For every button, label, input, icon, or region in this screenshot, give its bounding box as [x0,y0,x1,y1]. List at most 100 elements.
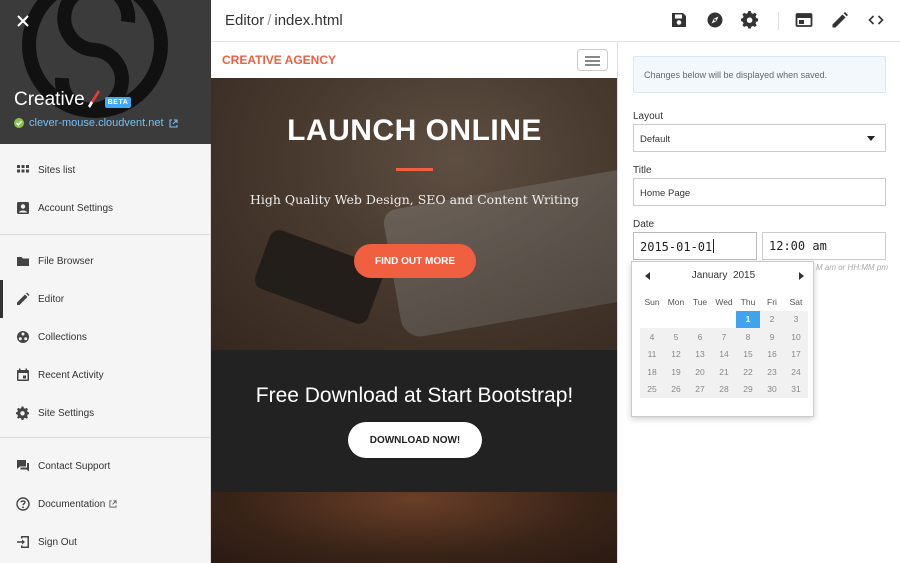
day-cell[interactable]: 7 [712,328,736,346]
sidebar-item-collections[interactable]: Collections [0,318,210,356]
day-cell[interactable]: 24 [784,363,808,381]
day-cell[interactable]: 11 [640,345,664,363]
download-section: Free Download at Start Bootstrap! DOWNLO… [211,350,617,492]
weekday-label: Sun [644,296,660,307]
gear-icon[interactable] [741,10,759,29]
caret-down-icon [867,136,875,141]
day-cell[interactable]: 31 [784,380,808,398]
sidebar-item-sites-list[interactable]: Sites list [0,151,210,189]
week-row: 11 12 13 14 15 16 17 [640,345,809,363]
date-picker-grid: Sun Mon Tue Wed Thu Fri Sat 1 2 3 4 5 6 7 8 9 10 11 12 13 14… [640,293,809,398]
sidebar-item-documentation[interactable]: Documentation [0,485,210,523]
status-check-icon [14,118,24,128]
weekday-label: Tue [692,296,708,307]
weekday-label: Sat [789,296,803,307]
weekday-header-row: Sun Mon Tue Wed Thu Fri Sat [640,293,809,311]
day-cell[interactable]: 12 [664,345,688,363]
weekday-label: Thu [740,296,756,307]
day-cell[interactable]: 3 [784,310,808,328]
time-value: 12:00 am [769,239,827,253]
day-cell[interactable]: 16 [760,345,784,363]
info-notice: Changes below will be displayed when sav… [633,56,886,93]
day-cell[interactable]: 2 [760,310,784,328]
external-link-icon [168,118,178,128]
day-cell[interactable]: 21 [712,363,736,381]
nav-group-account: Sites list Account Settings [0,151,210,227]
site-name: Creative BETA [14,89,132,111]
sidebar-item-sign-out[interactable]: Sign Out [0,523,210,561]
day-cell[interactable]: 28 [712,380,736,398]
layout-select[interactable]: Default [633,124,886,152]
sidebar-item-label: Site Settings [38,407,95,419]
sidebar-item-contact-support[interactable]: Contact Support [0,447,210,485]
day-cell[interactable]: 27 [688,380,712,398]
date-value: 2015-01-01 [640,240,713,254]
chat-icon [17,460,29,472]
day-cell[interactable]: 15 [736,345,760,363]
preview-window-icon[interactable] [795,11,813,29]
calendar-icon [17,368,29,381]
empty-day-cell [712,311,736,329]
close-icon[interactable] [14,12,32,30]
day-cell[interactable]: 9 [760,328,784,346]
preview-hero: LAUNCH ONLINE High Quality Web Design, S… [211,78,617,350]
sidebar-item-label: Collections [38,331,87,343]
day-cell[interactable]: 17 [784,345,808,363]
day-cell[interactable]: 29 [736,380,760,398]
page-preview[interactable]: CREATIVE AGENCY LAUNCH ONLINE High Quali… [211,42,618,563]
day-cell[interactable]: 23 [760,363,784,381]
code-icon[interactable] [867,11,885,29]
weekday-label: Fri [767,296,777,307]
sidebar-item-site-settings[interactable]: Site Settings [0,394,210,432]
hamburger-menu-icon[interactable] [577,49,608,71]
day-cell[interactable]: 10 [784,328,808,346]
day-cell[interactable]: 26 [664,380,688,398]
day-cell[interactable]: 25 [640,380,664,398]
sidebar-item-label: Contact Support [38,460,111,472]
day-cell[interactable]: 14 [712,345,736,363]
day-cell[interactable]: 8 [736,328,760,346]
sidebar-item-recent-activity[interactable]: Recent Activity [0,356,210,394]
date-input[interactable]: 2015-01-01 [633,232,757,260]
layout-value: Default [640,134,671,145]
compass-icon[interactable] [706,11,724,29]
day-cell[interactable]: 6 [688,328,712,346]
sidebar-item-editor[interactable]: Editor [0,280,210,318]
week-row: 18 19 20 21 22 23 24 [640,363,809,381]
sidebar-item-account-settings[interactable]: Account Settings [0,189,210,227]
empty-day-cell [688,311,712,329]
download-title: Free Download at Start Bootstrap! [255,384,574,407]
sign-out-icon [17,536,29,548]
next-month-icon[interactable] [799,272,804,280]
empty-day-cell [640,311,664,329]
week-row: 4 5 6 7 8 9 10 [640,328,809,346]
day-cell[interactable]: 20 [688,363,712,381]
day-cell[interactable]: 22 [736,363,760,381]
sidebar-item-file-browser[interactable]: File Browser [0,242,210,280]
day-cell[interactable]: 30 [760,380,784,398]
pencil-icon [17,292,30,305]
title-input[interactable]: Home Page [633,178,886,206]
preview-brand[interactable]: CREATIVE AGENCY [222,53,336,67]
nav-group-help: Contact Support Documentation Sign Out [0,447,210,561]
save-icon[interactable] [670,11,688,29]
site-url-link[interactable]: clever-mouse.cloudvent.net [14,117,178,129]
weekday-label: Mon [667,296,685,307]
day-cell[interactable]: 18 [640,363,664,381]
day-cell[interactable]: 4 [640,328,664,346]
selected-day-cell[interactable]: 1 [736,310,760,328]
breadcrumb: Editor / index.html [225,12,343,29]
time-input[interactable]: 12:00 am [762,232,886,260]
breadcrumb-section[interactable]: Editor [225,12,264,29]
day-cell[interactable]: 13 [688,345,712,363]
pencil-icon[interactable] [831,11,849,29]
editor-toolbar: Editor / index.html [211,0,900,42]
day-cell[interactable]: 19 [664,363,688,381]
collections-icon [17,331,29,343]
beta-badge: BETA [104,96,132,108]
download-now-button[interactable]: DOWNLOAD NOW! [348,422,482,458]
preview-bottom-image [211,492,617,563]
sidebar-item-label: Editor [38,293,65,305]
find-out-more-button[interactable]: FIND OUT MORE [354,244,476,278]
day-cell[interactable]: 5 [664,328,688,346]
